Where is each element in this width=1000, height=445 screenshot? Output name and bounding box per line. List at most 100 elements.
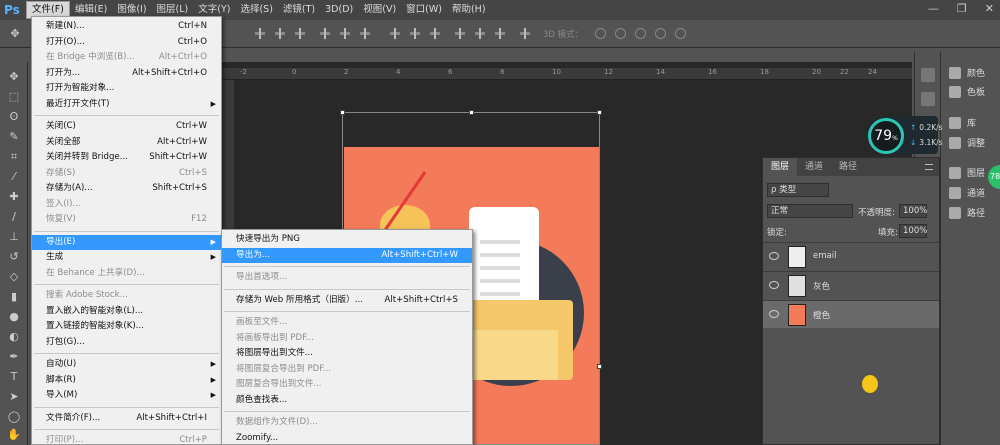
layer-row-email[interactable]: email [763,242,939,270]
transform-handle[interactable] [597,110,602,115]
blur-icon[interactable]: ● [7,310,21,324]
menu-item[interactable]: 快速导出为 PNG [222,232,472,247]
visibility-eye-icon[interactable] [769,252,779,260]
tab-channels[interactable]: 通道 [797,158,831,176]
marquee-icon[interactable]: ⬚ [7,90,21,104]
menu-item[interactable]: 打开为... Alt+Shift+Ctrl+O [32,66,221,81]
align-bottom-icon[interactable] [295,28,305,39]
menu-select[interactable]: 选择(S) [235,0,277,20]
brush-icon[interactable]: ∕ [7,210,21,224]
align-right-icon[interactable] [360,28,370,39]
transform-handle[interactable] [597,364,602,369]
panel-libraries[interactable]: 库 [949,116,976,129]
dodge-icon[interactable]: ◐ [7,330,21,344]
menu-view[interactable]: 视图(V) [358,0,401,20]
menu-item[interactable]: 置入链接的智能对象(K)... [32,319,221,334]
distribute-vcenter-icon[interactable] [410,28,420,39]
menu-item-label: 恢复(V) [46,214,76,224]
ellipse-icon[interactable]: ◯ [7,410,21,424]
hand-icon[interactable]: ✋ [7,428,21,442]
distribute-bottom-icon[interactable] [430,28,440,39]
visibility-eye-icon[interactable] [769,281,779,289]
maximize-button[interactable]: ❐ [957,2,967,15]
menu-item[interactable]: 存储为(A)... Shift+Ctrl+S [32,181,221,196]
panel-menu-icon[interactable] [925,164,933,170]
lasso-icon[interactable]: ʘ [7,110,21,124]
menu-item[interactable]: 打开(O)... Ctrl+O [32,35,221,50]
menu-item[interactable]: 打包(G)... [32,335,221,350]
panel-adjustments[interactable]: 调整 [949,136,985,149]
align-vcenter-icon[interactable] [275,28,285,39]
eraser-icon[interactable]: ◇ [7,270,21,284]
distribute-left-icon[interactable] [455,28,465,39]
menu-item[interactable]: 关闭并转到 Bridge... Shift+Ctrl+W [32,150,221,165]
move-icon[interactable]: ✥ [7,70,21,84]
menu-item[interactable]: 新建(N)... Ctrl+N [32,19,221,34]
opacity-input[interactable]: 100% [899,204,927,218]
menu-item[interactable]: Zoomify... [222,431,472,445]
gradient-icon[interactable]: ▮ [7,290,21,304]
menu-item[interactable]: 打开为智能对象... [32,81,221,96]
lightbulb-icon[interactable] [862,375,878,393]
move-tool-icon[interactable]: ✥ [8,27,22,41]
3d-roll-icon[interactable] [615,28,626,39]
menu-item[interactable]: 导出(E) ▶ [32,234,221,250]
menu-item[interactable]: 自动(U) ▶ [32,357,221,372]
menu-item[interactable]: 生成 ▶ [32,250,221,265]
align-top-icon[interactable] [255,28,265,39]
menu-item[interactable]: 脚本(R) ▶ [32,373,221,388]
layer-row-gray[interactable]: 灰色 [763,271,939,299]
tab-paths[interactable]: 路径 [831,158,865,176]
align-hcenter-icon[interactable] [340,28,350,39]
transform-handle[interactable] [340,110,345,115]
healing-icon[interactable]: ✚ [7,190,21,204]
play-icon[interactable] [921,68,935,82]
panel-color[interactable]: 颜色 [949,66,985,79]
path-select-icon[interactable]: ➤ [7,390,21,404]
3d-orbit-icon[interactable] [595,28,606,39]
menu-item[interactable]: 导出为... Alt+Shift+Ctrl+W [222,247,472,263]
quick-select-icon[interactable]: ✎ [7,130,21,144]
auto-align-icon[interactable] [520,28,530,39]
crop-icon[interactable]: ⌗ [7,150,21,164]
distribute-hcenter-icon[interactable] [475,28,485,39]
blend-mode-select[interactable]: 正常 [767,204,853,218]
visibility-eye-icon[interactable] [769,310,779,318]
transform-handle[interactable] [469,110,474,115]
minimize-button[interactable]: — [928,2,939,15]
layer-filter-select[interactable]: ρ 类型 [767,183,829,197]
panel-swatches[interactable]: 色板 [949,85,985,98]
panel-paths[interactable]: 路径 [949,206,985,219]
tab-layers[interactable]: 图层 [763,158,798,176]
menu-item[interactable]: 最近打开文件(T) ▶ [32,97,221,112]
fill-input[interactable]: 100% [899,224,927,238]
eyedropper-icon[interactable]: ⁄ [7,170,21,184]
panel-layers[interactable]: 图层 [949,166,985,179]
menu-item[interactable]: 关闭全部 Alt+Ctrl+W [32,135,221,150]
menu-item[interactable]: 存储为 Web 所用格式（旧版）... Alt+Shift+Ctrl+S [222,293,472,308]
distribute-top-icon[interactable] [390,28,400,39]
clone-stamp-icon[interactable]: ⊥ [7,230,21,244]
menu-3d[interactable]: 3D(D) [320,0,358,20]
align-left-icon[interactable] [320,28,330,39]
menu-item[interactable]: 导入(M) ▶ [32,388,221,403]
menu-item[interactable]: 关闭(C) Ctrl+W [32,119,221,134]
menu-item[interactable]: 文件简介(F)... Alt+Shift+Ctrl+I [32,411,221,426]
menu-help[interactable]: 帮助(H) [447,0,491,20]
menu-window[interactable]: 窗口(W) [401,0,447,20]
menu-item[interactable]: 颜色查找表... [222,393,472,408]
close-button[interactable]: ✕ [985,2,994,15]
info-icon[interactable] [921,92,935,106]
history-brush-icon[interactable]: ↺ [7,250,21,264]
distribute-right-icon[interactable] [495,28,505,39]
type-icon[interactable]: T [7,370,21,384]
menu-item[interactable]: 将图层导出到文件... [222,346,472,361]
menu-filter[interactable]: 滤镜(T) [278,0,320,20]
3d-slide-icon[interactable] [655,28,666,39]
layer-row-orange[interactable]: 橙色 [763,300,939,328]
panel-channels[interactable]: 通道 [949,186,985,199]
3d-scale-icon[interactable] [675,28,686,39]
3d-pan-icon[interactable] [635,28,646,39]
pen-icon[interactable]: ✒ [7,350,21,364]
menu-item[interactable]: 置入嵌入的智能对象(L)... [32,304,221,319]
